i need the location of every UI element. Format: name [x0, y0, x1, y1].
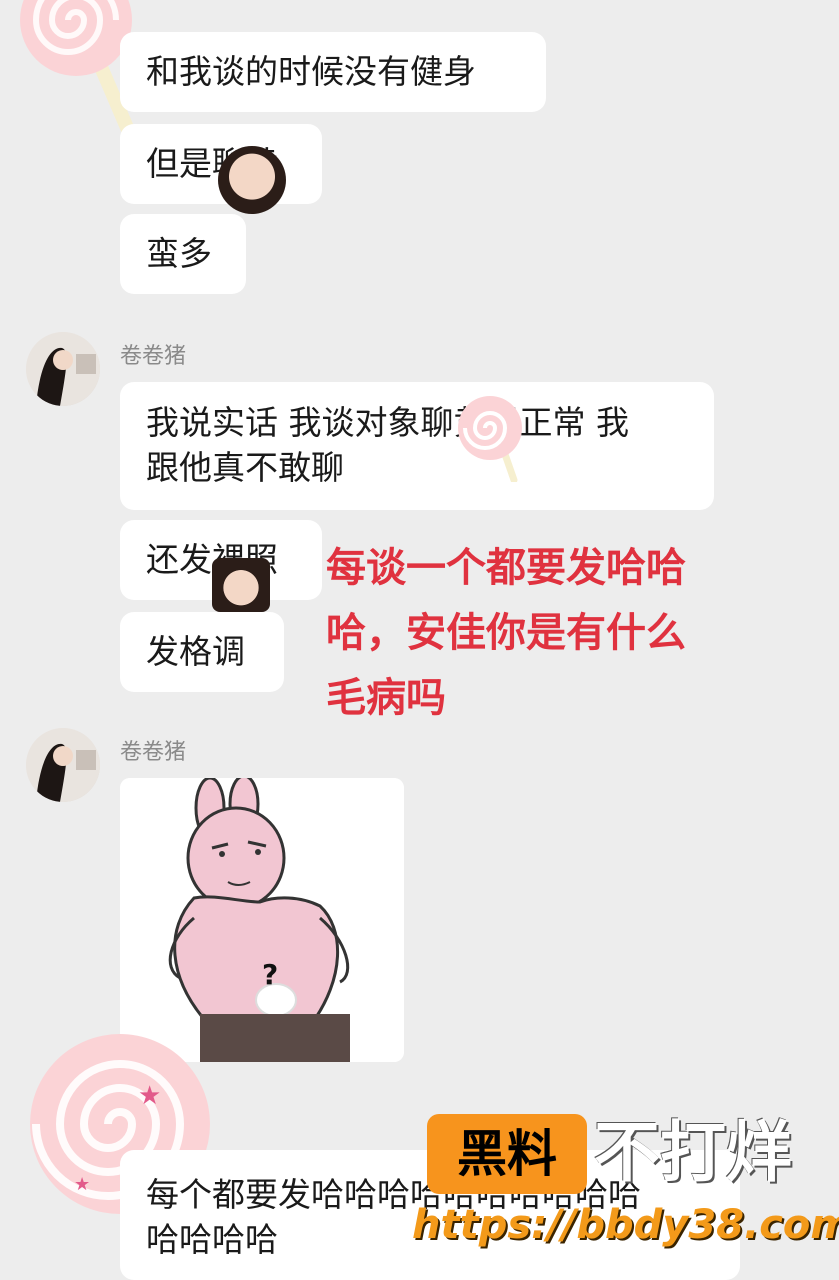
watermark-title: 不打烊	[594, 1114, 792, 1191]
user-avatar-icon	[26, 728, 100, 802]
face-sticker-icon	[212, 558, 270, 612]
sender-name: 卷卷猪	[120, 740, 187, 765]
pink-rabbit-meme-sticker-icon	[120, 778, 404, 1062]
message-text: 和我谈的时候没有健身	[146, 52, 476, 91]
message-bubble[interactable]: 蛮多	[120, 214, 246, 294]
watermark-badge: 黑料	[427, 1114, 587, 1194]
message-text: 跟他真不敢聊	[146, 448, 344, 487]
message-bubble[interactable]: 发格调	[120, 612, 284, 692]
svg-text:★: ★	[138, 1081, 161, 1111]
caption-line: 毛病吗	[326, 675, 446, 721]
sender-name: 卷卷猪	[120, 344, 187, 369]
svg-text:★: ★	[74, 1174, 90, 1195]
caption-line: 每谈一个都要发哈哈	[326, 545, 686, 591]
sticker-message[interactable]: ?	[120, 778, 404, 1062]
message-bubble[interactable]: 我说实话 我谈对象聊黄很正常 我 跟他真不敢聊	[120, 382, 714, 510]
caption-line: 哈，安佳你是有什么	[326, 610, 686, 656]
message-bubble[interactable]: 和我谈的时候没有健身	[120, 32, 546, 112]
message-text: 蛮多	[146, 234, 212, 273]
avatar[interactable]	[26, 728, 100, 802]
overlay-caption: 每谈一个都要发哈哈 哈，安佳你是有什么 毛病吗	[326, 536, 746, 731]
watermark-url: https://bbdy38.com	[412, 1202, 839, 1248]
svg-text:★: ★	[105, 0, 121, 5]
avatar[interactable]	[26, 332, 100, 406]
lollipop-sticker-icon	[458, 396, 522, 482]
face-sticker-icon	[218, 146, 286, 214]
message-text: 我说实话 我谈对象聊黄很正常 我	[146, 403, 629, 442]
message-text: 发格调	[146, 632, 245, 671]
user-avatar-icon	[26, 332, 100, 406]
sticker-question-mark: ?	[262, 958, 279, 991]
